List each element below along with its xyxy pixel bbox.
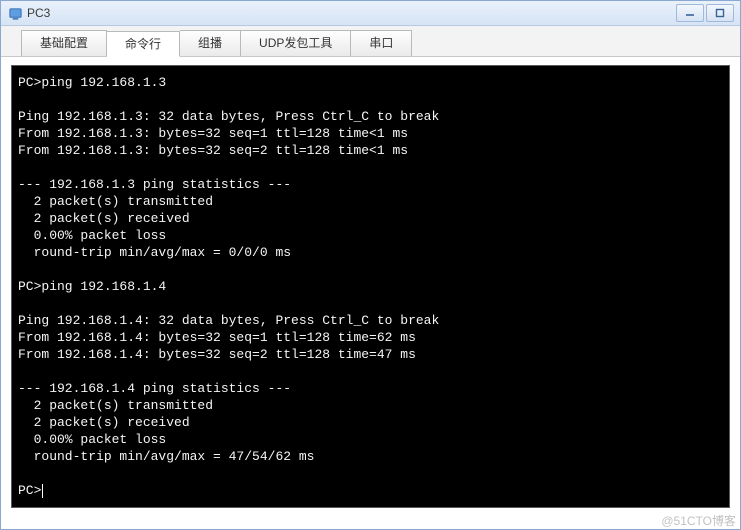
- tab-basic-config[interactable]: 基础配置: [21, 30, 107, 56]
- terminal-line: From 192.168.1.4: bytes=32 seq=2 ttl=128…: [18, 347, 416, 362]
- terminal-line: From 192.168.1.4: bytes=32 seq=1 ttl=128…: [18, 330, 416, 345]
- terminal-line: --- 192.168.1.3 ping statistics ---: [18, 177, 291, 192]
- terminal-line: round-trip min/avg/max = 47/54/62 ms: [18, 449, 314, 464]
- terminal-line: 2 packet(s) transmitted: [18, 398, 213, 413]
- tab-bar: 基础配置 命令行 组播 UDP发包工具 串口: [1, 26, 740, 57]
- terminal-line: round-trip min/avg/max = 0/0/0 ms: [18, 245, 291, 260]
- app-icon: [7, 5, 23, 21]
- tab-label: 组播: [198, 36, 222, 50]
- terminal-line: PC>ping 192.168.1.4: [18, 279, 166, 294]
- terminal-prompt: PC>: [18, 483, 43, 498]
- app-window: PC3 基础配置 命令行 组播 UDP发包工具 串口 PC>ping 192.1…: [0, 0, 741, 530]
- tab-label: UDP发包工具: [259, 36, 332, 50]
- window-title: PC3: [27, 6, 50, 20]
- terminal-line: --- 192.168.1.4 ping statistics ---: [18, 381, 291, 396]
- terminal-line: PC>ping 192.168.1.3: [18, 75, 166, 90]
- terminal-line: Ping 192.168.1.4: 32 data bytes, Press C…: [18, 313, 439, 328]
- tab-multicast[interactable]: 组播: [180, 30, 241, 56]
- cursor-icon: [42, 484, 43, 498]
- terminal-line: From 192.168.1.3: bytes=32 seq=1 ttl=128…: [18, 126, 408, 141]
- terminal-line: 2 packet(s) received: [18, 415, 190, 430]
- terminal-line: Ping 192.168.1.3: 32 data bytes, Press C…: [18, 109, 439, 124]
- tab-label: 命令行: [125, 37, 161, 51]
- titlebar: PC3: [1, 1, 740, 26]
- tab-cli[interactable]: 命令行: [107, 31, 180, 57]
- terminal-wrap: PC>ping 192.168.1.3 Ping 192.168.1.3: 32…: [1, 57, 740, 510]
- terminal-line: 0.00% packet loss: [18, 228, 166, 243]
- terminal-line: From 192.168.1.3: bytes=32 seq=2 ttl=128…: [18, 143, 408, 158]
- minimize-button[interactable]: [676, 4, 704, 22]
- tab-udp-tool[interactable]: UDP发包工具: [241, 30, 351, 56]
- terminal-line: 2 packet(s) received: [18, 211, 190, 226]
- tab-label: 串口: [369, 36, 393, 50]
- terminal[interactable]: PC>ping 192.168.1.3 Ping 192.168.1.3: 32…: [11, 65, 730, 508]
- terminal-line: 2 packet(s) transmitted: [18, 194, 213, 209]
- maximize-button[interactable]: [706, 4, 734, 22]
- tab-label: 基础配置: [40, 36, 88, 50]
- terminal-line: 0.00% packet loss: [18, 432, 166, 447]
- tab-serial[interactable]: 串口: [351, 30, 412, 56]
- watermark: @51CTO博客: [1, 510, 740, 529]
